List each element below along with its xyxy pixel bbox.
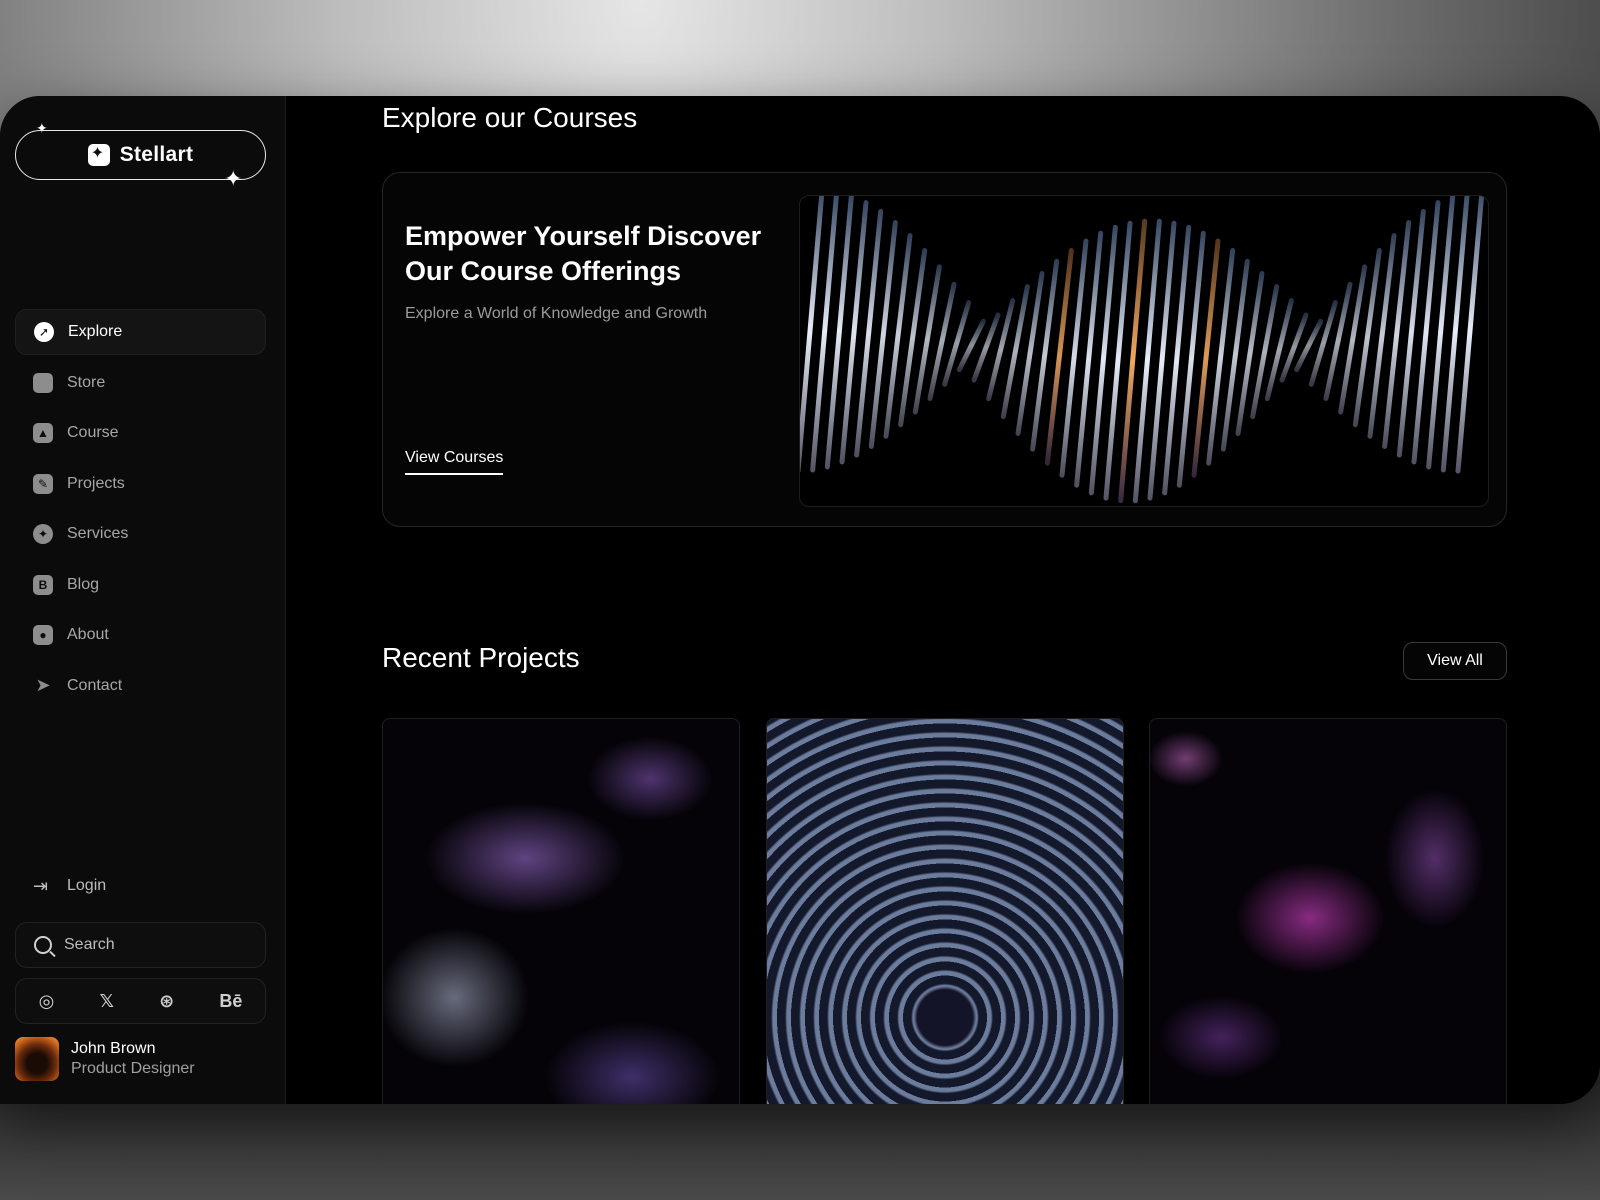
sidebar-item-explore[interactable]: ➚ Explore bbox=[15, 309, 266, 355]
brand-name: Stellart bbox=[119, 143, 194, 166]
sparkle-icon: ✦ bbox=[224, 166, 243, 191]
send-icon: ➤ bbox=[35, 675, 51, 695]
sidebar: ✦ Stellart ✦ ➚ Explore Store ▲ Course ✎ … bbox=[0, 96, 286, 1104]
hero-heading: Empower Yourself Discover Our Course Off… bbox=[405, 221, 762, 286]
sidebar-item-services[interactable]: ✦ Services bbox=[15, 511, 266, 557]
sidebar-item-blog[interactable]: B Blog bbox=[15, 562, 266, 608]
sidebar-item-label: Store bbox=[67, 373, 106, 391]
blog-icon: B bbox=[33, 574, 53, 595]
user-profile[interactable]: John Brown Product Designer bbox=[15, 1036, 266, 1082]
social-links: ◎ 𝕏 ⊛ Bē bbox=[15, 978, 266, 1024]
sidebar-item-contact[interactable]: ➤ Contact bbox=[15, 663, 266, 709]
dna-rod bbox=[800, 196, 825, 473]
app-window: ✦ Stellart ✦ ➚ Explore Store ▲ Course ✎ … bbox=[0, 96, 1600, 1104]
edit-icon: ✎ bbox=[33, 473, 53, 494]
user-icon: ● bbox=[33, 625, 53, 645]
avatar bbox=[15, 1037, 59, 1081]
hero-subheading: Explore a World of Knowledge and Growth bbox=[405, 305, 708, 322]
dribbble-icon[interactable]: ⊛ bbox=[159, 991, 174, 1012]
sparkle-icon: ✦ bbox=[33, 524, 53, 544]
main-content: Explore our Courses Empower Yourself Dis… bbox=[286, 96, 1600, 1104]
search-icon bbox=[34, 936, 52, 954]
behance-icon[interactable]: Bē bbox=[219, 991, 242, 1012]
login-label: Login bbox=[67, 877, 107, 894]
sidebar-item-label: Projects bbox=[67, 474, 125, 492]
user-role: Product Designer bbox=[71, 1060, 195, 1077]
view-courses-link[interactable]: View Courses bbox=[405, 449, 504, 475]
bag-icon bbox=[33, 372, 53, 393]
instagram-icon[interactable]: ◎ bbox=[39, 991, 55, 1012]
graduation-cap-icon: ▲ bbox=[33, 423, 53, 443]
sidebar-item-label: About bbox=[67, 626, 109, 643]
sidebar-item-course[interactable]: ▲ Course bbox=[15, 410, 266, 456]
compass-icon: ➚ bbox=[34, 322, 54, 342]
course-hero-card: Empower Yourself Discover Our Course Off… bbox=[382, 172, 1507, 527]
login-button[interactable]: ⇥ Login bbox=[15, 866, 266, 906]
sidebar-item-label: Explore bbox=[68, 323, 123, 340]
hero-dna-image bbox=[799, 195, 1489, 507]
project-card-3[interactable] bbox=[1149, 718, 1507, 1104]
x-icon[interactable]: 𝕏 bbox=[99, 991, 114, 1012]
user-name: John Brown bbox=[71, 1040, 156, 1057]
project-card-2[interactable] bbox=[766, 718, 1124, 1104]
sidebar-item-label: Services bbox=[67, 525, 129, 542]
project-card-1[interactable] bbox=[382, 718, 740, 1104]
search-placeholder: Search bbox=[64, 936, 115, 953]
login-icon: ⇥ bbox=[33, 875, 49, 896]
recent-projects-title: Recent Projects bbox=[382, 642, 580, 673]
page-title: Explore our Courses bbox=[382, 102, 638, 133]
sidebar-item-about[interactable]: ● About bbox=[15, 612, 266, 658]
sidebar-nav: ➚ Explore Store ▲ Course ✎ Projects ✦ Se… bbox=[15, 309, 266, 713]
sidebar-item-projects[interactable]: ✎ Projects bbox=[15, 461, 266, 507]
sidebar-item-label: Blog bbox=[67, 575, 100, 593]
view-all-button[interactable]: View All bbox=[1403, 642, 1507, 680]
sidebar-item-store[interactable]: Store bbox=[15, 360, 266, 406]
search-input[interactable]: Search bbox=[15, 922, 266, 968]
dna-artwork bbox=[800, 196, 1485, 504]
sidebar-item-label: Contact bbox=[67, 676, 123, 694]
sidebar-item-label: Course bbox=[67, 424, 119, 441]
logo-icon bbox=[87, 143, 110, 166]
user-info: John Brown Product Designer bbox=[71, 1040, 195, 1078]
